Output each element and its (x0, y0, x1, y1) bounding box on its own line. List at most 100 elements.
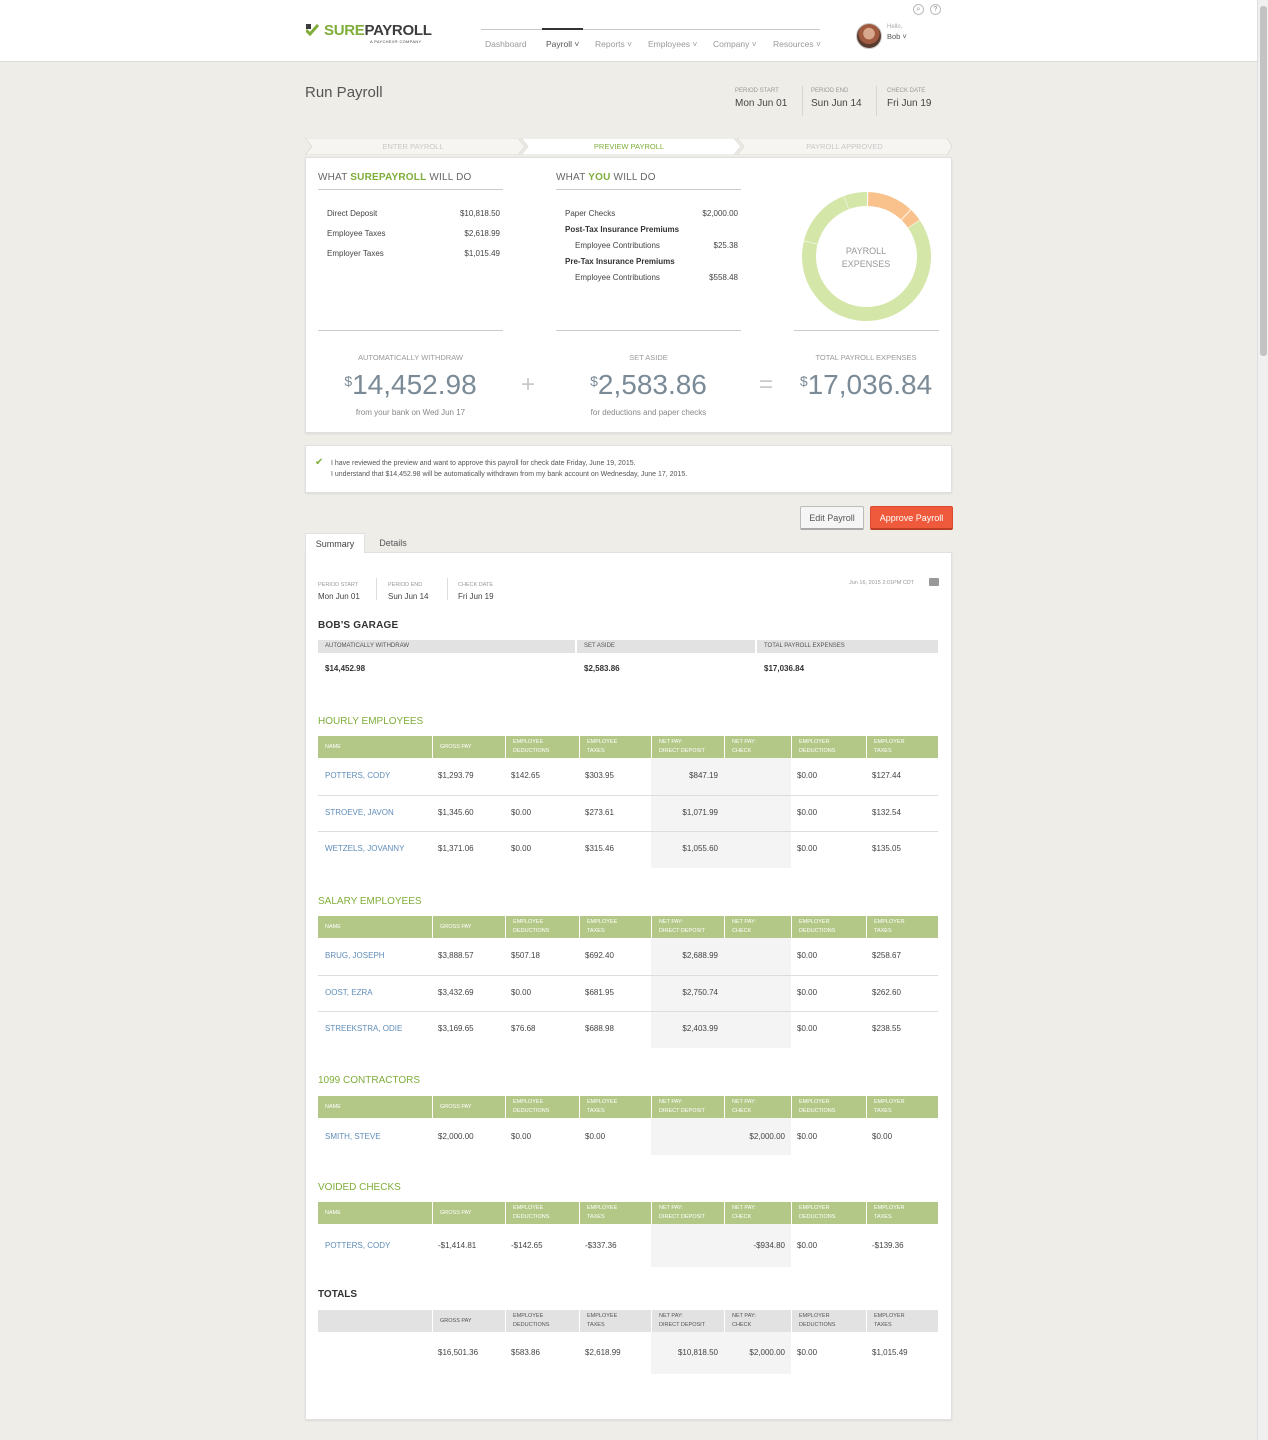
col-header-gross: GROSS PAY (432, 1310, 505, 1332)
col-header-line-2: TAXES (874, 1214, 892, 1220)
search-icon[interactable]: ⌕ (913, 4, 924, 15)
scrollbar[interactable] (1257, 0, 1268, 1440)
col-header-ee-ded: EMPLOYEE DEDUCTIONS (505, 1202, 579, 1224)
confirm-text-line-1: I have reviewed the preview and want to … (331, 460, 636, 467)
nav-company[interactable]: Company ˅ (713, 39, 757, 49)
col-header-line-1: NET PAY: (732, 1313, 756, 1319)
cell-gross: $16,501.36 (438, 1348, 479, 1357)
cell-ee-tax: $692.40 (585, 951, 614, 961)
check-date: CHECK DATE Fri Jun 19 (887, 88, 931, 116)
period-start: PERIOD START Mon Jun 01 (735, 88, 787, 116)
cell-er-ded: $0.00 (797, 987, 818, 997)
approve-payroll-button[interactable]: Approve Payroll (870, 506, 953, 530)
nav-resources[interactable]: Resources ˅ (773, 39, 821, 49)
avatar[interactable] (856, 23, 882, 49)
col-automatically-withdraw: AUTOMATICALLY WITHDRAW (318, 640, 575, 653)
nav-dashboard[interactable]: Dashboard (485, 39, 527, 49)
cell-net-ck: $2,000.00 (749, 1348, 785, 1357)
employee-name-link[interactable]: OOST, EZRA (325, 988, 373, 997)
cell-er-tax: $135.05 (872, 844, 901, 854)
cell-er-tax: $258.67 (872, 951, 901, 961)
post-tax-contrib-label: Employee Contributions (575, 241, 660, 250)
col-header-er-ded: EMPLOYER DEDUCTIONS (791, 1096, 866, 1118)
col-header-line-2: DIRECT DEPOSIT (659, 1108, 706, 1114)
cell-gross: $2,000.00 (438, 1131, 474, 1141)
employee-name-link[interactable]: POTTERS, CODY (325, 771, 390, 780)
row-divider (318, 794, 938, 796)
employee-name-link[interactable]: BRUG, JOSEPH (325, 951, 385, 960)
col-header-ee-tax: EMPLOYEE TAXES (579, 916, 651, 938)
col-header-line-2: CHECK (732, 748, 752, 754)
col-header-net-ck: NET PAY: CHECK (724, 1202, 791, 1224)
equals-sign: = (759, 371, 774, 398)
col-header-net-ck: NET PAY: CHECK (724, 1096, 791, 1118)
salary-title: SALARY EMPLOYEES (318, 896, 422, 907)
scrollbar-thumb[interactable] (1260, 6, 1267, 356)
divider (447, 578, 448, 600)
approve-checkbox[interactable]: ✔ (315, 458, 324, 468)
cell-net-dd: $1,071.99 (682, 807, 718, 817)
summary-check-date: Fri Jun 19 (458, 592, 494, 601)
employee-taxes-value: $2,618.99 (464, 229, 500, 238)
direct-deposit-label: Direct Deposit (327, 209, 378, 218)
col-header-line-1: NET PAY: (732, 1099, 756, 1105)
step-payroll-approved: PAYROLL APPROVED (806, 142, 883, 151)
divider (556, 189, 741, 190)
summary-total-value: $17,036.84 (764, 664, 805, 673)
progress-steps: ENTER PAYROLL PREVIEW PAYROLL PAYROLL AP… (305, 138, 952, 155)
employee-name-link[interactable]: SMITH, STEVE (325, 1132, 381, 1141)
nav-employees[interactable]: Employees ˅ (648, 39, 697, 49)
nav-active-indicator (542, 28, 583, 30)
employee-name-link[interactable]: POTTERS, CODY (325, 1241, 390, 1250)
divider (794, 330, 939, 331)
col-header-net-dd: NET PAY: DIRECT DEPOSIT (651, 736, 724, 758)
employee-name-link[interactable]: WETZELS, JOVANNY (325, 844, 404, 853)
cell-net-dd: $847.19 (689, 771, 718, 781)
col-header-gross: GROSS PAY (432, 916, 505, 938)
step-preview-payroll: PREVIEW PAYROLL (593, 142, 665, 151)
col-header-line-1: NET PAY: (659, 1099, 683, 1105)
cell-er-ded: $0.00 (797, 1131, 818, 1141)
user-menu[interactable]: Bob ˅ (887, 32, 907, 41)
col-header-er-tax: EMPLOYER TAXES (866, 916, 938, 938)
donut-label: PAYROLL EXPENSES (826, 245, 906, 271)
voided-header-row: NAME GROSS PAY EMPLOYEE DEDUCTIONS EMPLOYEE T… (318, 1202, 938, 1224)
period-end: PERIOD END Sun Jun 14 (811, 88, 862, 116)
col-header-line-1: EMPLOYEE (513, 1313, 544, 1319)
col-header-net-ck: NET PAY: CHECK (724, 1310, 791, 1332)
cell-gross: $3,169.65 (438, 1024, 474, 1034)
col-header-er-ded: EMPLOYER DEDUCTIONS (791, 736, 866, 758)
nav-reports[interactable]: Reports ˅ (595, 39, 632, 49)
row-divider (318, 974, 938, 976)
col-header-line-2: TAXES (874, 1322, 892, 1328)
company-name: BOB'S GARAGE (318, 620, 399, 631)
cell-ee-ded: $0.00 (511, 1131, 532, 1141)
employer-taxes-value: $1,015.49 (464, 249, 500, 258)
logo-wordmark: SUREPAYROLL (324, 22, 432, 39)
confirm-text-line-2: I understand that $14,452.98 will be aut… (331, 471, 688, 478)
employee-name-link[interactable]: STREEKSTRA, ODIE (325, 1024, 402, 1033)
set-aside-label: SET ASIDE (629, 353, 668, 362)
donut-slice-employer-taxes (844, 192, 868, 210)
confirm-card (305, 445, 952, 493)
cell-gross: $1,293.79 (438, 771, 474, 781)
tab-details[interactable]: Details (367, 533, 419, 553)
print-icon[interactable] (929, 578, 939, 586)
col-header-ee-tax: EMPLOYEE TAXES (579, 736, 651, 758)
top-bar: SUREPAYROLL A PAYCHEX® COMPANY Dashboard… (0, 0, 1257, 62)
col-header-line-2: TAXES (587, 1214, 605, 1220)
cell-ee-tax: $2,618.99 (585, 1348, 621, 1357)
employee-name-link[interactable]: STROEVE, JAVON (325, 808, 394, 817)
nav-payroll[interactable]: Payroll ˅ (546, 39, 579, 49)
help-icon[interactable]: ? (930, 4, 941, 15)
cell-ee-ded: $76.68 (511, 1024, 536, 1034)
summary-period-end: Sun Jun 14 (388, 592, 429, 601)
withdraw-amount: $14,452.98 (344, 369, 477, 400)
edit-payroll-button[interactable]: Edit Payroll (800, 506, 864, 530)
col-header-ee-ded: EMPLOYEE DEDUCTIONS (505, 916, 579, 938)
donut-slice-employee-taxes (804, 196, 850, 245)
col-header-er-tax: EMPLOYER TAXES (866, 1310, 938, 1332)
cell-net-ck: $2,000.00 (749, 1131, 785, 1141)
col-header-ee-tax: EMPLOYEE TAXES (579, 1310, 651, 1332)
cell-gross: $3,432.69 (438, 987, 474, 997)
